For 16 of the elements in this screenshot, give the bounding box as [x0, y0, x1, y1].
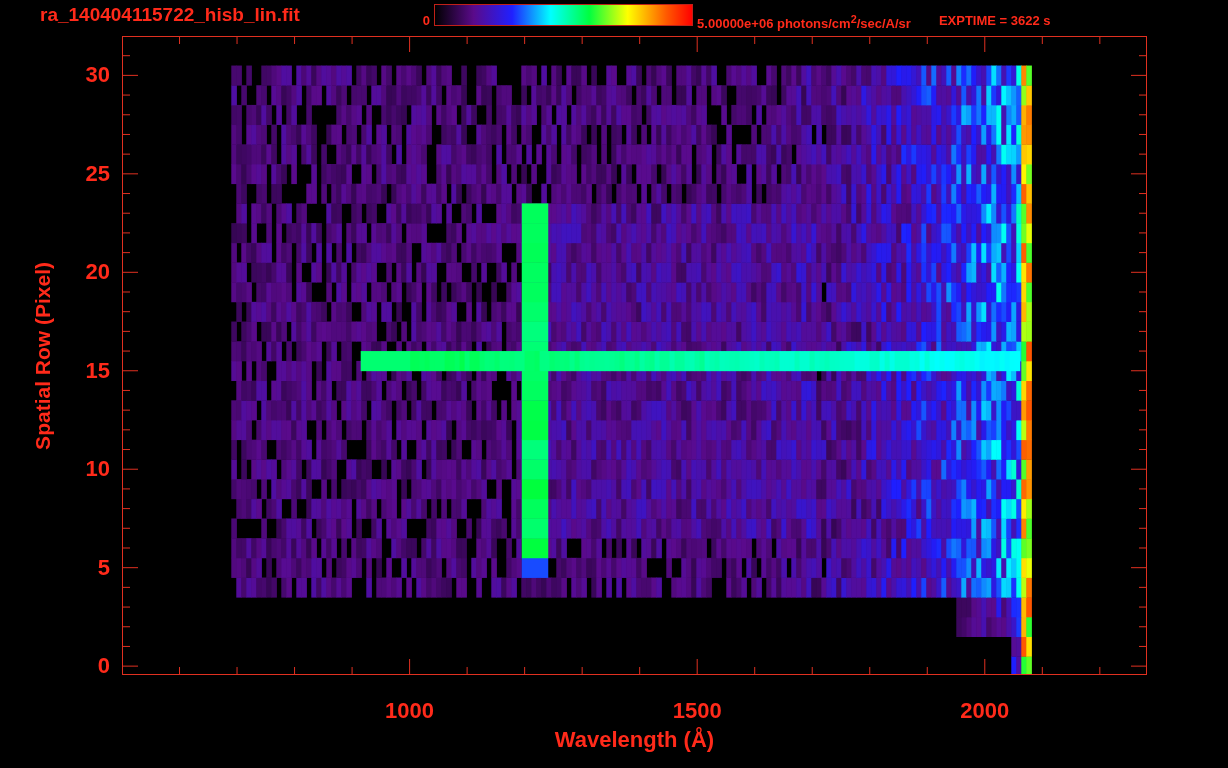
y-axis-label: Spatial Row (Pixel)	[31, 261, 55, 450]
y-tick-label: 5	[97, 555, 110, 580]
x-tick-label: 1500	[672, 699, 722, 723]
x-tick-label: 1000	[385, 699, 435, 723]
colorbar-max-label: 5.00000e+06 photons/cm$^{2}$/sec/A/sr	[697, 13, 911, 32]
x-tick-label: 2000	[960, 699, 1010, 723]
colorbar-min-label: 0	[422, 13, 431, 28]
y-tick-label: 0	[97, 654, 110, 679]
y-tick-label: 10	[85, 457, 110, 482]
y-tick-label: 15	[85, 358, 110, 383]
y-tick-label: 20	[85, 260, 110, 285]
plot-title: ra_140404115722_hisb_lin.fit	[40, 4, 300, 26]
exposure-time-label: EXPTIME = 3622 s	[938, 13, 1051, 28]
x-axis-label: Wavelength (Å)	[554, 727, 715, 753]
y-tick-label: 25	[85, 161, 110, 186]
y-tick-label: 30	[85, 63, 110, 88]
